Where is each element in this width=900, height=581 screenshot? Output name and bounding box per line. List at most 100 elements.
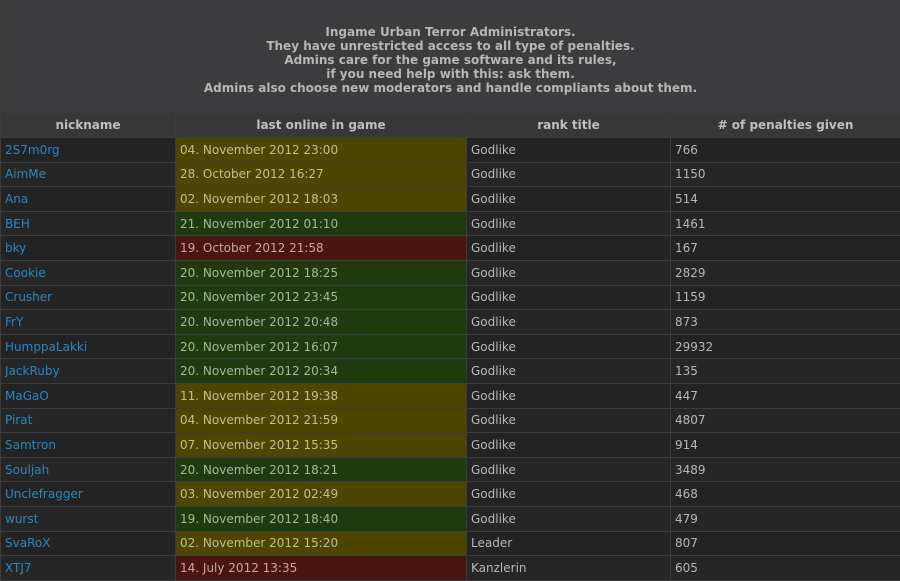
nickname-cell: Ana [1,187,176,212]
table-row: 2S7m0rg04. November 2012 23:00Godlike766 [1,138,900,163]
nickname-cell: BEH [1,211,176,236]
nickname-cell: SvaRoX [1,531,176,556]
nickname-link[interactable]: Cookie [5,266,46,280]
nickname-link[interactable]: XTJ7 [5,561,32,575]
rank-cell: Godlike [467,162,671,187]
last-online-cell: 19. October 2012 21:58 [176,236,467,261]
nickname-link[interactable]: MaGaO [5,389,49,403]
nickname-cell: MaGaO [1,383,176,408]
penalties-cell: 766 [671,138,900,163]
penalties-cell: 914 [671,433,900,458]
rank-cell: Godlike [467,383,671,408]
last-online-cell: 19. November 2012 18:40 [176,506,467,531]
rank-cell: Godlike [467,211,671,236]
nickname-cell: XTJ7 [1,556,176,581]
nickname-link[interactable]: FrY [5,315,23,329]
penalties-cell: 1159 [671,285,900,310]
last-online-cell: 02. November 2012 15:20 [176,531,467,556]
intro-row: Ingame Urban Terror Administrators. They… [1,1,900,113]
nickname-cell: Unclefragger [1,482,176,507]
nickname-link[interactable]: Ana [5,192,28,206]
penalties-cell: 479 [671,506,900,531]
nickname-link[interactable]: Souljah [5,463,49,477]
penalties-cell: 3489 [671,457,900,482]
rank-cell: Godlike [467,482,671,507]
table-row: MaGaO 11. November 2012 19:38Godlike447 [1,383,900,408]
penalties-cell: 167 [671,236,900,261]
nickname-cell: HumppaLakki [1,334,176,359]
nickname-cell: Cookie [1,260,176,285]
nickname-cell: Souljah [1,457,176,482]
nickname-cell: AimMe [1,162,176,187]
rank-cell: Godlike [467,334,671,359]
intro-line: if you need help with this: ask them. [5,67,896,81]
rank-cell: Godlike [467,236,671,261]
nickname-link[interactable]: Unclefragger [5,487,83,501]
table-row: Cookie20. November 2012 18:25Godlike2829 [1,260,900,285]
rank-cell: Godlike [467,408,671,433]
table-row: BEH 21. November 2012 01:10Godlike1461 [1,211,900,236]
penalties-cell: 135 [671,359,900,384]
table-row: AimMe28. October 2012 16:27Godlike1150 [1,162,900,187]
penalties-cell: 605 [671,556,900,581]
nickname-cell: wurst [1,506,176,531]
table-row: FrY 20. November 2012 20:48Godlike873 [1,310,900,335]
penalties-cell: 447 [671,383,900,408]
penalties-cell: 29932 [671,334,900,359]
table-row: wurst 19. November 2012 18:40Godlike479 [1,506,900,531]
nickname-link[interactable]: 2S7m0rg [5,143,60,157]
nickname-link[interactable]: SvaRoX [5,536,50,550]
rank-cell: Godlike [467,433,671,458]
table-row: Ana02. November 2012 18:03Godlike514 [1,187,900,212]
rank-cell: Godlike [467,310,671,335]
nickname-link[interactable]: wurst [5,512,38,526]
nickname-cell: JackRuby [1,359,176,384]
rank-cell: Godlike [467,506,671,531]
rank-cell: Leader [467,531,671,556]
table-row: bky 19. October 2012 21:58Godlike167 [1,236,900,261]
intro-line: Ingame Urban Terror Administrators. [5,25,896,39]
rank-cell: Godlike [467,138,671,163]
penalties-cell: 468 [671,482,900,507]
intro-text: Ingame Urban Terror Administrators. They… [1,1,900,113]
nickname-link[interactable]: Samtron [5,438,56,452]
last-online-cell: 20. November 2012 20:48 [176,310,467,335]
table-row: Unclefragger03. November 2012 02:49Godli… [1,482,900,507]
nickname-link[interactable]: bky [5,241,26,255]
nickname-cell: Crusher [1,285,176,310]
admins-table: Ingame Urban Terror Administrators. They… [0,0,900,581]
penalties-cell: 1461 [671,211,900,236]
last-online-cell: 20. November 2012 23:45 [176,285,467,310]
penalties-cell: 873 [671,310,900,335]
nickname-link[interactable]: Pirat [5,413,32,427]
table-row: Crusher 20. November 2012 23:45Godlike115… [1,285,900,310]
penalties-cell: 2829 [671,260,900,285]
intro-line: Admins also choose new moderators and ha… [5,81,896,95]
nickname-link[interactable]: AimMe [5,167,46,181]
column-header-nickname: nickname [1,113,176,138]
table-row: Pirat04. November 2012 21:59Godlike4807 [1,408,900,433]
last-online-cell: 20. November 2012 20:34 [176,359,467,384]
nickname-link[interactable]: Crusher [5,290,52,304]
last-online-cell: 20. November 2012 18:25 [176,260,467,285]
nickname-link[interactable]: BEH [5,217,30,231]
nickname-cell: 2S7m0rg [1,138,176,163]
column-header-rank: rank title [467,113,671,138]
penalties-cell: 1150 [671,162,900,187]
nickname-link[interactable]: JackRuby [5,364,60,378]
last-online-cell: 02. November 2012 18:03 [176,187,467,212]
last-online-cell: 21. November 2012 01:10 [176,211,467,236]
last-online-cell: 14. July 2012 13:35 [176,556,467,581]
rank-cell: Godlike [467,285,671,310]
table-row: JackRuby20. November 2012 20:34Godlike13… [1,359,900,384]
last-online-cell: 11. November 2012 19:38 [176,383,467,408]
nickname-cell: FrY [1,310,176,335]
column-header-row: nickname last online in game rank title … [1,113,900,138]
table-row: Samtron07. November 2012 15:35Godlike914 [1,433,900,458]
last-online-cell: 04. November 2012 21:59 [176,408,467,433]
nickname-link[interactable]: HumppaLakki [5,340,87,354]
nickname-cell: Samtron [1,433,176,458]
penalties-cell: 807 [671,531,900,556]
column-header-last-online: last online in game [176,113,467,138]
table-row: Souljah20. November 2012 18:21Godlike348… [1,457,900,482]
